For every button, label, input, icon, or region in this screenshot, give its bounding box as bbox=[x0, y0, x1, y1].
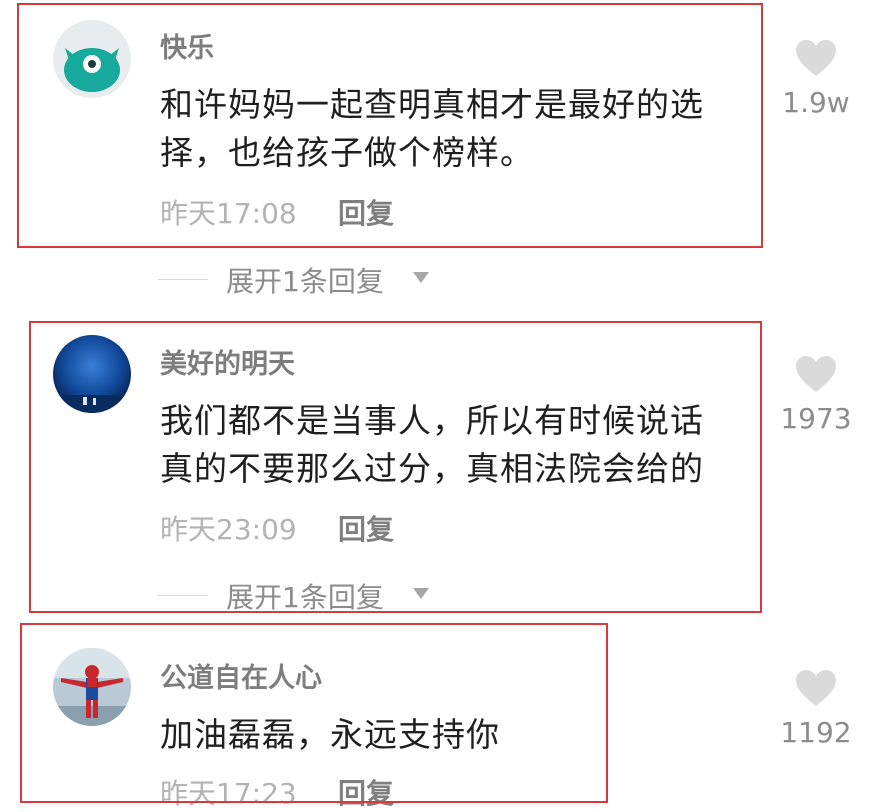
like-button[interactable]: 1973 bbox=[780, 354, 852, 435]
like-button[interactable]: 1.9w bbox=[780, 38, 852, 119]
highlight-box bbox=[29, 321, 762, 613]
like-button[interactable]: 1192 bbox=[780, 668, 852, 749]
like-count: 1973 bbox=[780, 402, 852, 435]
highlight-box bbox=[20, 623, 608, 803]
expand-replies-label: 展开1条回复 bbox=[226, 265, 384, 298]
highlight-box bbox=[17, 3, 763, 248]
heart-icon bbox=[796, 670, 836, 706]
like-count: 1192 bbox=[780, 716, 852, 749]
divider-line bbox=[158, 279, 208, 280]
like-count: 1.9w bbox=[782, 86, 850, 119]
heart-icon bbox=[796, 40, 836, 76]
heart-icon bbox=[796, 356, 836, 392]
caret-down-icon bbox=[413, 272, 429, 283]
